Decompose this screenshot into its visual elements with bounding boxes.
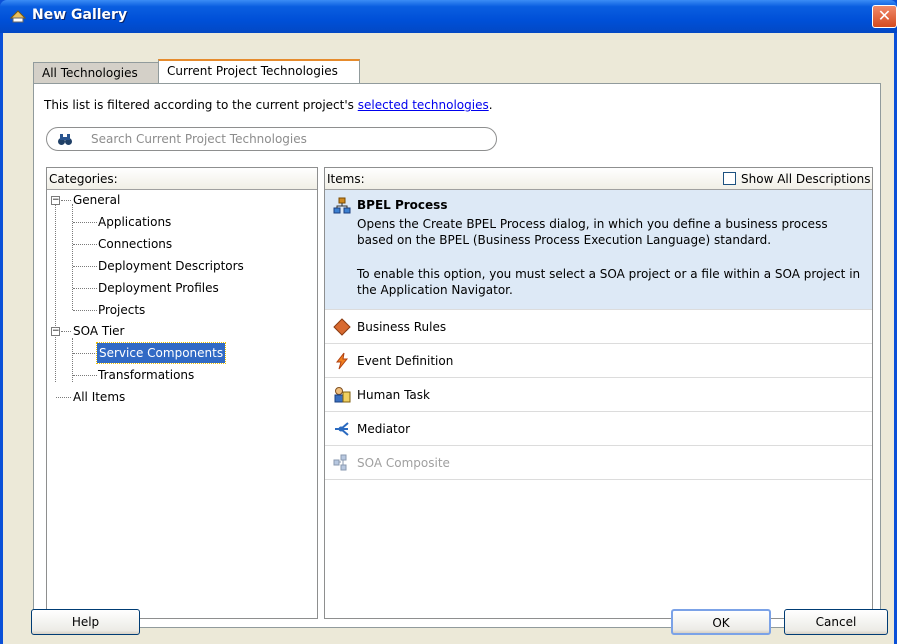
filter-notice-suffix: . [488, 98, 493, 112]
item-human-task[interactable]: Human Task [325, 378, 872, 412]
item-mediator[interactable]: Mediator [325, 412, 872, 446]
tree-line [73, 222, 97, 223]
item-bpel-process[interactable]: BPEL Process Opens the Create BPEL Proce… [325, 190, 872, 310]
item-label: SOA Composite [357, 456, 450, 470]
tree-line [56, 397, 71, 398]
tree-node-connections[interactable]: Connections [98, 234, 172, 254]
search-field[interactable]: Search Current Project Technologies [46, 127, 497, 151]
tab-current-project-technologies[interactable]: Current Project Technologies [158, 59, 360, 84]
tree-node-general[interactable]: General [73, 190, 120, 210]
event-definition-icon [335, 352, 349, 370]
tree-node-deployment-profiles[interactable]: Deployment Profiles [98, 278, 219, 298]
tree-node-soa-tier[interactable]: SOA Tier [73, 321, 125, 341]
filter-notice-text: This list is filtered according to the c… [44, 98, 358, 112]
categories-header: Categories: [47, 168, 317, 190]
tree-node-applications[interactable]: Applications [98, 212, 171, 232]
collapse-icon[interactable]: − [51, 196, 60, 205]
categories-pane: Categories: − General Applications Conne… [46, 167, 318, 619]
item-label: Mediator [357, 422, 411, 436]
tree-node-deployment-descriptors[interactable]: Deployment Descriptors [98, 256, 244, 276]
item-business-rules[interactable]: Business Rules [325, 310, 872, 344]
item-soa-composite[interactable]: SOA Composite [325, 446, 872, 480]
tree-node-transformations[interactable]: Transformations [98, 365, 194, 385]
tab-panel: This list is filtered according to the c… [33, 83, 881, 628]
tree-line [73, 375, 97, 376]
show-all-descriptions-label[interactable]: Show All Descriptions [741, 168, 870, 190]
tree-node-all-items[interactable]: All Items [73, 387, 125, 407]
human-task-icon [334, 387, 351, 403]
business-rules-icon [333, 318, 351, 336]
tree-node-projects[interactable]: Projects [98, 300, 145, 320]
tree-line [55, 204, 56, 382]
ok-button[interactable]: OK [671, 609, 771, 635]
collapse-icon[interactable]: − [51, 327, 60, 336]
item-event-definition[interactable]: Event Definition [325, 344, 872, 378]
cancel-button[interactable]: Cancel [784, 609, 888, 635]
bpel-process-icon [333, 197, 351, 214]
item-label: Event Definition [357, 354, 454, 368]
tree-line [61, 331, 71, 332]
close-button[interactable]: ✕ [872, 5, 897, 28]
item-label: Business Rules [357, 320, 447, 334]
mediator-icon [335, 422, 349, 436]
soa-composite-icon [333, 454, 347, 471]
title-bar[interactable]: New Gallery ✕ [0, 0, 897, 33]
tree-line [61, 200, 71, 201]
items-pane: Items: Show All Descriptions BPEL Proces… [324, 167, 873, 619]
tree-line [73, 288, 97, 289]
items-header: Items: Show All Descriptions [325, 168, 872, 190]
dialog-body: All Technologies Current Project Technol… [3, 33, 894, 644]
new-gallery-window: New Gallery ✕ All Technologies Current P… [0, 0, 897, 644]
tree-line [73, 244, 97, 245]
help-button[interactable]: Help [31, 609, 140, 635]
binoculars-icon [58, 134, 72, 145]
filter-notice: This list is filtered according to the c… [44, 98, 493, 112]
tree-line [72, 204, 73, 310]
categories-tree: − General Applications Connections Deplo… [47, 190, 317, 618]
item-note: To enable this option, you must select a… [357, 267, 861, 297]
tree-line [73, 353, 97, 354]
tree-line [73, 310, 97, 311]
search-input[interactable]: Search Current Project Technologies [91, 132, 307, 146]
tree-line [73, 266, 97, 267]
gallery-icon [9, 10, 27, 23]
window-title: New Gallery [32, 7, 128, 23]
items-header-label: Items: [327, 172, 365, 186]
item-description: Opens the Create BPEL Process dialog, in… [357, 217, 828, 247]
tree-node-service-components[interactable]: Service Components [95, 342, 227, 364]
item-label: BPEL Process [357, 198, 448, 212]
item-label: Human Task [357, 388, 430, 402]
selected-technologies-link[interactable]: selected technologies [358, 98, 489, 112]
tab-all-technologies[interactable]: All Technologies [33, 62, 159, 84]
show-all-descriptions-checkbox[interactable] [723, 172, 736, 185]
